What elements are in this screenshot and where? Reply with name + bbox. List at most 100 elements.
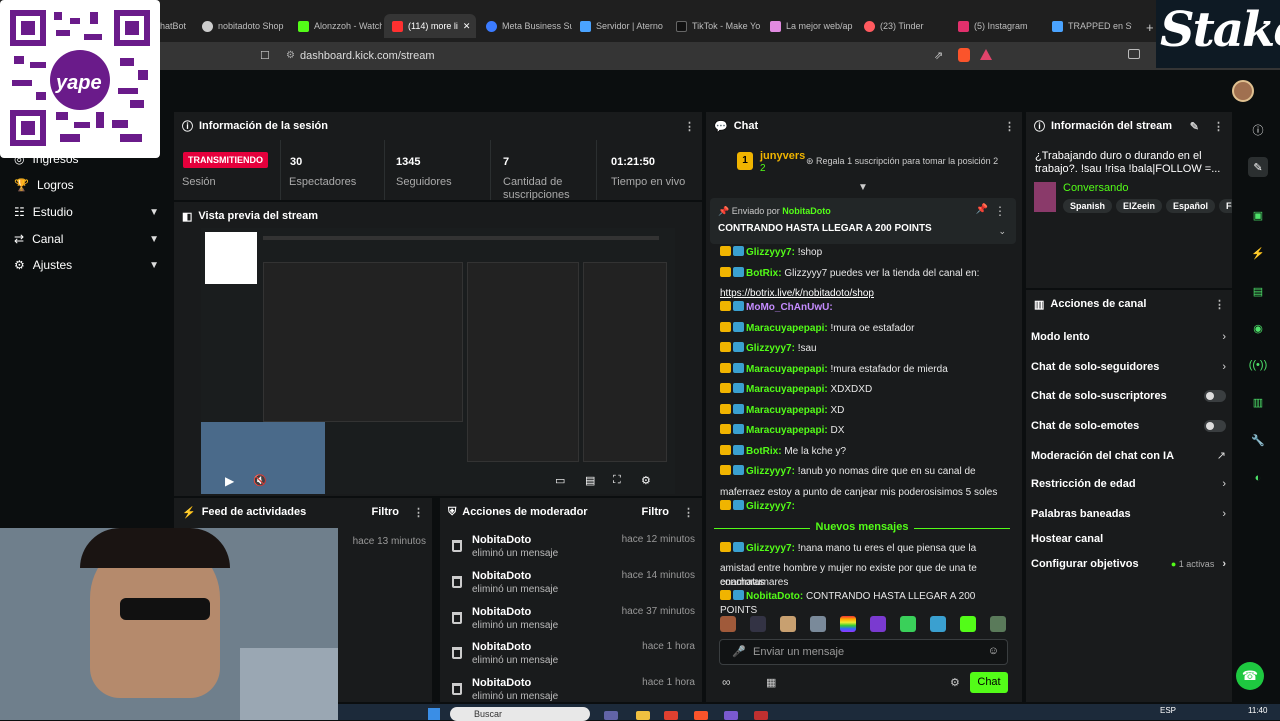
folder-icon[interactable] [636, 711, 650, 720]
edit-rail-icon[interactable]: ✎ [1248, 157, 1268, 177]
chat-username[interactable]: Maracuyapepapi: [746, 384, 828, 395]
more-options-icon[interactable]: ⋮ [1214, 298, 1225, 311]
chat-settings-icon[interactable]: ⚙ [950, 676, 960, 689]
sidebar-item-ingresos[interactable]: ◎ Ingresos [14, 152, 159, 166]
tag[interactable]: Español [1166, 199, 1216, 213]
brave-icon[interactable] [694, 711, 708, 720]
subscribers-only-toggle[interactable] [1204, 390, 1226, 402]
tag[interactable]: Feka [1219, 199, 1232, 213]
clock[interactable]: 11:40 [1248, 706, 1267, 715]
tag[interactable]: Spanish [1063, 199, 1113, 213]
mod-user[interactable]: NobitaDoto [472, 570, 531, 582]
chat-username[interactable]: BotRix: [746, 268, 782, 279]
chat-username[interactable]: NobitaDoto: [746, 591, 803, 602]
action-age-restriction[interactable]: Restricción de edad › [1031, 478, 1226, 490]
pip-icon[interactable]: ▭ [555, 474, 565, 487]
more-options-icon[interactable]: ⋮ [413, 506, 424, 519]
emote-icon[interactable] [930, 616, 946, 632]
sidebar-toggle-icon[interactable] [1128, 49, 1140, 59]
mute-icon[interactable]: 🔇 [253, 474, 267, 487]
category-thumbnail[interactable] [1034, 182, 1056, 212]
mod-user[interactable]: NobitaDoto [472, 534, 531, 546]
chat-input[interactable]: 🎤 Enviar un mensaje ☺ [719, 639, 1008, 665]
browser-tab[interactable]: TRAPPED en Ste [1052, 14, 1132, 38]
camera-rail-icon[interactable]: ▣ [1248, 205, 1268, 225]
browser-tab[interactable]: Alonzzoh - Watch [298, 14, 382, 38]
more-options-icon[interactable]: ⋮ [684, 120, 695, 133]
category-name[interactable]: Conversando [1063, 182, 1128, 194]
chat-username[interactable]: BotRix: [746, 446, 782, 457]
action-configure-goals[interactable]: Configurar objetivos ● 1 activas › [1031, 558, 1226, 570]
stream-video[interactable]: ▶ 🔇 ▭ ▤ ⛶ ⚙ [201, 228, 675, 494]
start-icon[interactable] [428, 708, 440, 720]
emoji-icon[interactable]: ☺ [988, 645, 999, 657]
emote-icon[interactable] [990, 616, 1006, 632]
browser-tab[interactable]: nobitadoto Shop [202, 14, 294, 38]
emote-icon[interactable] [960, 616, 976, 632]
toggle-rail-icon[interactable]: ◐ [1248, 468, 1268, 488]
action-banned-words[interactable]: Palabras baneadas › [1031, 508, 1226, 520]
chat-username[interactable]: Maracuyapepapi: [746, 405, 828, 416]
browser-tab[interactable]: Servidor | Aterno [580, 14, 666, 38]
fullscreen-icon[interactable]: ⛶ [613, 474, 621, 487]
site-info-icon[interactable]: ⚙ [286, 50, 295, 61]
sidebar-item-estudio[interactable]: ☷ Estudio ▼ [14, 205, 159, 219]
rainbow-emote-icon[interactable] [840, 616, 856, 632]
discord-icon[interactable] [724, 711, 738, 720]
taskbar-search[interactable]: Buscar [450, 707, 590, 721]
browser-icon[interactable] [664, 711, 678, 720]
emote-icon[interactable] [780, 616, 796, 632]
broadcast-rail-icon[interactable]: ((•)) [1248, 355, 1268, 375]
obs-icon[interactable] [754, 711, 768, 720]
url-field[interactable]: dashboard.kick.com/stream [300, 50, 435, 62]
mod-user[interactable]: NobitaDoto [472, 641, 531, 653]
chat-username[interactable]: MoMo_ChAnUwU: [746, 302, 833, 313]
more-options-icon[interactable]: ⋮ [1213, 120, 1224, 133]
language-indicator[interactable]: ESP [1160, 706, 1176, 715]
filter-button[interactable]: Filtro [372, 506, 400, 518]
rewards-icon[interactable] [980, 49, 992, 60]
send-chat-button[interactable]: Chat [970, 672, 1008, 693]
store-icon[interactable]: ▦ [766, 676, 776, 689]
pin-icon[interactable]: 📌 [976, 204, 988, 215]
taskbar-app-icon[interactable] [604, 711, 618, 720]
chat-username[interactable]: Glizzyyy7: [746, 501, 795, 512]
chevron-down-icon[interactable]: ⌄ [998, 226, 1006, 237]
chat-username[interactable]: Maracuyapepapi: [746, 323, 828, 334]
filter-button[interactable]: Filtro [642, 506, 670, 518]
emote-icon[interactable] [870, 616, 886, 632]
browser-tab[interactable]: La mejor web/ap [770, 14, 854, 38]
play-icon[interactable]: ▶ [225, 474, 234, 488]
emote-icon[interactable] [750, 616, 766, 632]
action-ai-moderation[interactable]: Moderación del chat con IA ↗ [1031, 449, 1226, 463]
chat-username[interactable]: Maracuyapepapi: [746, 364, 828, 375]
browser-tab[interactable]: hatBot [160, 14, 200, 38]
mod-user[interactable]: NobitaDoto [472, 606, 531, 618]
actions-rail-icon[interactable]: ▥ [1248, 392, 1268, 412]
share-icon[interactable]: ⇗ [934, 49, 943, 62]
action-slow-mode[interactable]: Modo lento › [1031, 331, 1226, 343]
more-options-icon[interactable]: ⋮ [683, 506, 694, 519]
tag[interactable]: ElZeein [1116, 199, 1163, 213]
user-avatar[interactable] [1232, 80, 1254, 102]
browser-tab[interactable]: Meta Business Su [486, 14, 572, 38]
browser-tab[interactable]: TikTok - Make Yo [676, 14, 762, 38]
bookmark-icon[interactable]: ☐ [260, 49, 270, 62]
more-options-icon[interactable]: ⋮ [1004, 120, 1015, 133]
close-tab-icon[interactable]: ✕ [463, 21, 471, 32]
chat-username[interactable]: Glizzyyy7: [746, 543, 795, 554]
browser-tab[interactable]: (5) Instagram [958, 14, 1044, 38]
more-options-icon[interactable]: ⋮ [994, 204, 1006, 218]
bolt-rail-icon[interactable]: ⚡ [1248, 243, 1268, 263]
chat-username[interactable]: Glizzyyy7: [746, 343, 795, 354]
brave-shield-icon[interactable] [958, 48, 970, 62]
chat-username[interactable]: Glizzyyy7: [746, 247, 795, 258]
browser-tab[interactable]: (23) Tinder [864, 14, 950, 38]
top-gifter[interactable]: junyvers [760, 150, 805, 162]
sidebar-item-logros[interactable]: 🏆 Logros [14, 178, 159, 192]
edit-icon[interactable]: ✎ [1190, 120, 1199, 133]
scroll-down-icon[interactable]: ▼ [858, 182, 868, 193]
info-rail-icon[interactable]: ⓘ [1248, 120, 1268, 140]
settings-icon[interactable]: ⚙ [641, 474, 651, 487]
new-tab-icon[interactable]: + [1146, 20, 1154, 35]
